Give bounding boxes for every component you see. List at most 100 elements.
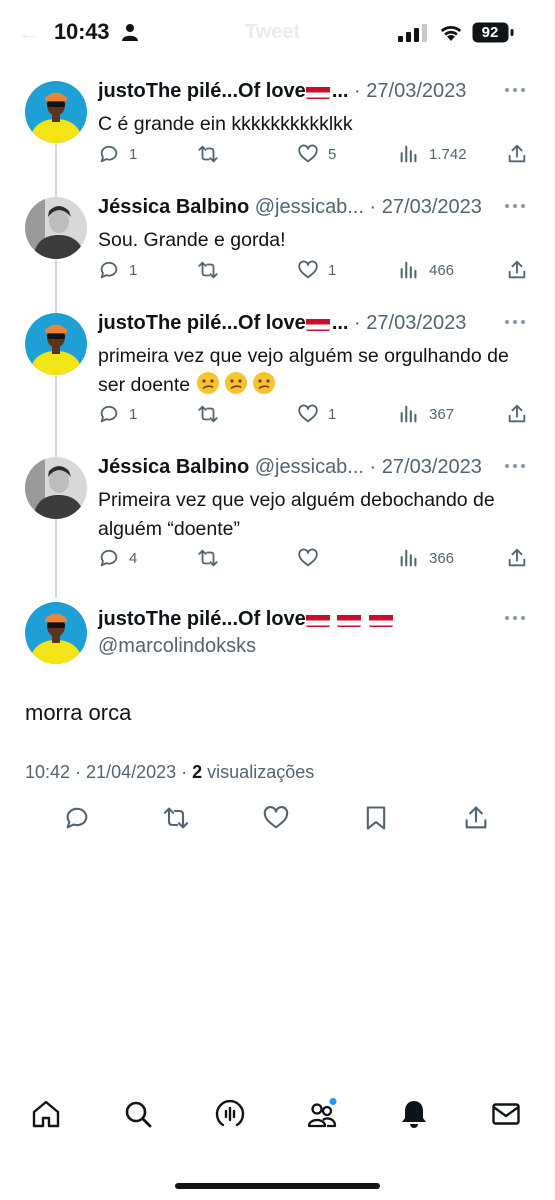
share-button[interactable] bbox=[506, 141, 528, 167]
like-button[interactable] bbox=[262, 804, 290, 832]
tweet-text: primeira vez que vejo alguém se orgulhan… bbox=[98, 345, 509, 396]
views-count: 367 bbox=[429, 405, 455, 423]
more-options-icon[interactable] bbox=[503, 85, 527, 95]
search-icon bbox=[125, 1101, 152, 1128]
tweet-text: C é grande ein kkkkkkkkkklkk bbox=[98, 113, 353, 135]
tweet-timestamp: 10:42 · 21/04/2023 · bbox=[25, 762, 188, 782]
reply-button[interactable]: 1 bbox=[98, 141, 137, 167]
separator-dot: · bbox=[354, 80, 361, 102]
reply-icon bbox=[100, 549, 118, 567]
view-label[interactable]: visualizações bbox=[207, 762, 314, 782]
status-time: 10:43 bbox=[54, 19, 110, 44]
tab-home[interactable] bbox=[30, 1098, 62, 1130]
reply-button[interactable] bbox=[63, 804, 91, 832]
tweet-header: Jéssica Balbino @jessicab... · 27/03/202… bbox=[98, 453, 538, 481]
tweet-actions: 1 1 466 bbox=[98, 257, 530, 283]
tweet-date[interactable]: 27/03/2023 bbox=[382, 456, 482, 478]
tab-communities[interactable] bbox=[306, 1098, 338, 1130]
heart-icon bbox=[298, 404, 318, 423]
like-button[interactable]: 1 bbox=[297, 257, 336, 283]
retweet-button[interactable] bbox=[162, 804, 190, 832]
tab-spaces[interactable] bbox=[214, 1098, 246, 1130]
author-name[interactable]: justoThe pilé...Of love bbox=[98, 608, 306, 630]
heart-icon bbox=[298, 260, 318, 279]
tweet-actions: 4 366 bbox=[98, 545, 530, 571]
avatar[interactable] bbox=[25, 457, 87, 519]
more-options-icon[interactable] bbox=[503, 613, 527, 623]
bookmark-button[interactable] bbox=[362, 804, 390, 832]
author-handle: @jessicab... bbox=[254, 456, 364, 478]
share-button[interactable] bbox=[462, 804, 490, 832]
flag-icon bbox=[305, 83, 330, 99]
tweet-header: justoThe pilé...Of love bbox=[98, 605, 538, 633]
separator-dot: · bbox=[369, 456, 377, 478]
avatar[interactable] bbox=[25, 313, 87, 375]
messages-icon bbox=[492, 1103, 520, 1125]
avatar[interactable] bbox=[25, 602, 87, 664]
author-handle: @jessicab... bbox=[254, 196, 364, 218]
separator-dot: · bbox=[369, 196, 377, 218]
reply-button[interactable]: 1 bbox=[98, 401, 137, 427]
more-options-icon[interactable] bbox=[503, 317, 527, 327]
home-indicator[interactable] bbox=[175, 1183, 380, 1189]
author-name[interactable]: Jéssica Balbino bbox=[98, 456, 249, 478]
communities-icon bbox=[307, 1098, 337, 1128]
heart-icon bbox=[298, 548, 318, 567]
like-button[interactable] bbox=[297, 545, 328, 571]
retweet-icon bbox=[198, 261, 218, 279]
status-bar: ← Tweet 10:43 92 bbox=[0, 0, 555, 64]
tab-search[interactable] bbox=[122, 1098, 154, 1130]
tweet-text-block: primeira vez que vejo alguém se orgulhan… bbox=[98, 342, 538, 400]
reply-button[interactable]: 1 bbox=[98, 257, 137, 283]
author-handle[interactable]: @marcolindoksks bbox=[98, 635, 256, 658]
share-icon bbox=[508, 144, 526, 163]
confused-face-emoji-icon bbox=[252, 372, 275, 394]
notification-dot bbox=[329, 1098, 337, 1105]
tab-messages[interactable] bbox=[490, 1098, 522, 1130]
share-icon bbox=[508, 548, 526, 567]
flag-icon bbox=[305, 611, 330, 627]
tweet-date[interactable]: 27/03/2023 bbox=[382, 196, 482, 218]
views-button[interactable]: 366 bbox=[398, 545, 454, 571]
back-arrow-icon[interactable]: ← bbox=[18, 20, 40, 46]
share-button[interactable] bbox=[506, 545, 528, 571]
views-button[interactable]: 367 bbox=[398, 401, 454, 427]
avatar[interactable] bbox=[25, 81, 87, 143]
retweet-button[interactable] bbox=[197, 141, 228, 167]
more-options-icon[interactable] bbox=[503, 461, 527, 471]
retweet-icon bbox=[198, 145, 218, 163]
tweet-text: Sou. Grande e gorda! bbox=[98, 229, 286, 251]
tweet-date[interactable]: 27/03/2023 bbox=[366, 80, 466, 102]
reply-count: 1 bbox=[129, 145, 138, 163]
reply-icon bbox=[66, 807, 88, 829]
avatar[interactable] bbox=[25, 197, 87, 259]
share-button[interactable] bbox=[506, 401, 528, 427]
views-count: 366 bbox=[429, 549, 455, 567]
yellow-suit-avatar-image bbox=[25, 313, 87, 375]
retweet-button[interactable] bbox=[197, 257, 228, 283]
retweet-button[interactable] bbox=[197, 401, 228, 427]
tab-notifications[interactable] bbox=[398, 1098, 430, 1130]
author-name[interactable]: Jéssica Balbino bbox=[98, 196, 249, 218]
like-count: 5 bbox=[328, 145, 337, 163]
views-button[interactable]: 1.742 bbox=[398, 141, 467, 167]
bookmark-icon bbox=[366, 806, 386, 830]
more-options-icon[interactable] bbox=[503, 201, 527, 211]
retweet-button[interactable] bbox=[197, 545, 228, 571]
tweet-date[interactable]: 27/03/2023 bbox=[366, 312, 466, 334]
views-button[interactable]: 466 bbox=[398, 257, 454, 283]
share-button[interactable] bbox=[506, 257, 528, 283]
analytics-icon bbox=[400, 405, 417, 423]
like-button[interactable]: 1 bbox=[297, 401, 336, 427]
flag-icon bbox=[368, 611, 393, 627]
author-name[interactable]: justoThe pilé...Of love bbox=[98, 312, 306, 334]
bottom-tab-bar bbox=[0, 1098, 555, 1150]
author-name[interactable]: justoThe pilé...Of love bbox=[98, 80, 306, 102]
reply-button[interactable]: 4 bbox=[98, 545, 137, 571]
like-button[interactable]: 5 bbox=[297, 141, 336, 167]
confused-face-emoji-icon bbox=[196, 372, 219, 394]
reply-icon bbox=[100, 145, 118, 163]
yellow-suit-avatar-image bbox=[25, 81, 87, 143]
share-icon bbox=[508, 260, 526, 279]
name-ellipsis: ... bbox=[331, 312, 349, 334]
